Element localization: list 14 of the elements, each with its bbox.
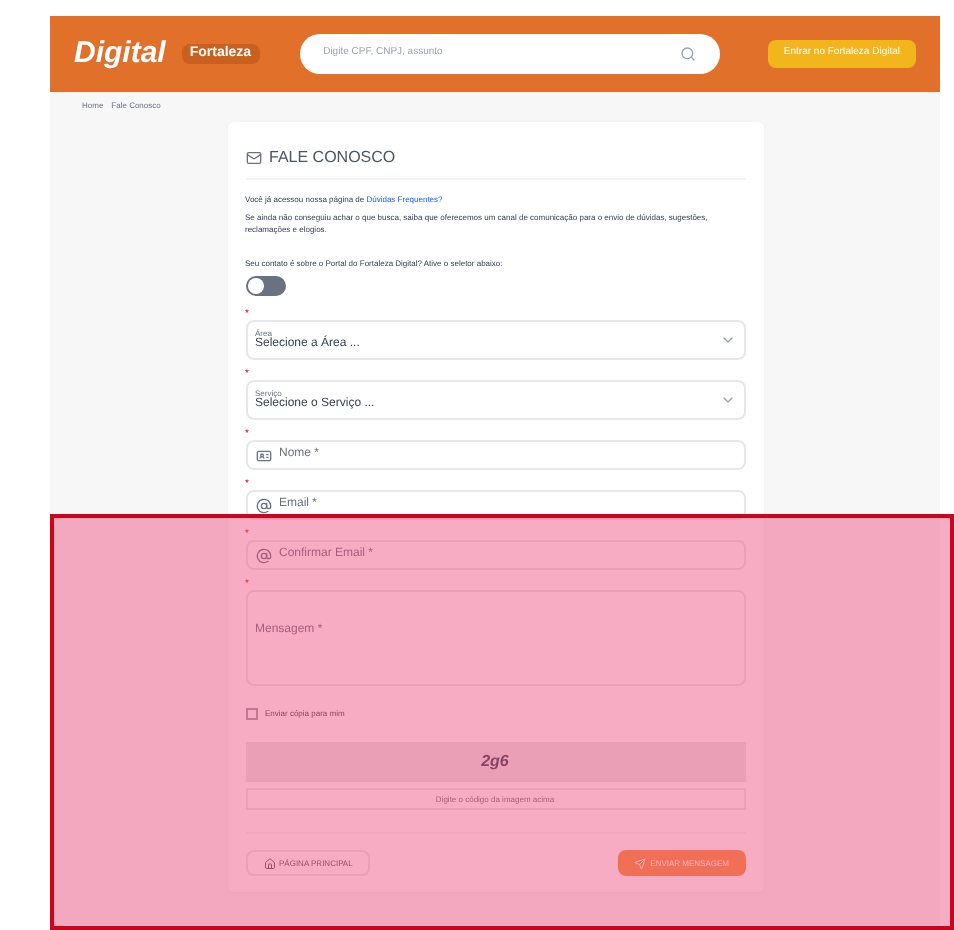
home-icon: [263, 857, 275, 869]
digital-logo[interactable]: Digital: [74, 31, 166, 77]
card-title: FALE CONOSCO: [269, 146, 396, 170]
at-sign-icon: [255, 497, 271, 513]
chevron-down-icon: [719, 392, 735, 408]
checkbox[interactable]: [245, 708, 257, 720]
id-card-icon: [255, 447, 271, 463]
search-icon: [679, 46, 696, 62]
send-icon: [634, 857, 647, 869]
mail-icon: [245, 150, 261, 166]
at-sign-icon: [255, 547, 271, 563]
toggle-switch[interactable]: [245, 276, 285, 296]
captcha-image: 2g6: [245, 742, 745, 782]
chevron-down-icon: [719, 332, 735, 348]
